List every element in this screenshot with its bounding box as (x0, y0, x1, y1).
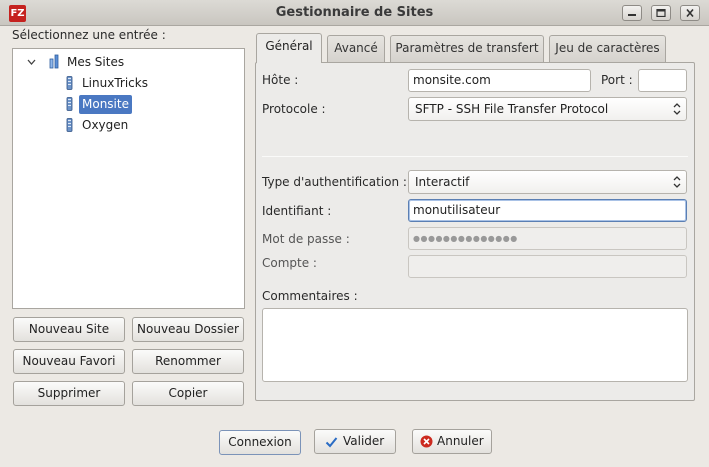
new-folder-button[interactable]: Nouveau Dossier (132, 317, 244, 342)
ok-button[interactable]: Valider (314, 429, 396, 454)
select-arrows-icon (673, 176, 681, 188)
auth-type-label: Type d'authentification : (262, 175, 407, 189)
account-input[interactable] (408, 255, 687, 278)
comments-textarea[interactable] (262, 308, 688, 382)
tab-advanced[interactable]: Avancé (327, 35, 385, 62)
title-bar[interactable]: FZ Gestionnaire de Sites (0, 0, 709, 26)
cancel-icon (420, 435, 433, 448)
new-bookmark-button[interactable]: Nouveau Favori (13, 349, 125, 374)
auth-type-select[interactable]: Interactif (408, 170, 687, 194)
comments-label: Commentaires : (262, 289, 358, 303)
tab-general[interactable]: Général (256, 33, 322, 63)
host-input[interactable]: monsite.com (408, 69, 591, 92)
folder-sites-icon (49, 54, 59, 69)
select-entry-text: Sélectionnez une entrée : (12, 28, 166, 42)
ok-label: Valider (343, 434, 385, 448)
tree-item-label: Oxygen (82, 118, 129, 132)
maximize-button[interactable] (651, 5, 671, 21)
user-input[interactable]: monutilisateur (408, 199, 687, 222)
port-input[interactable] (638, 69, 687, 92)
minimize-button[interactable] (622, 5, 642, 21)
close-icon (686, 9, 694, 17)
chevron-down-icon[interactable] (27, 58, 36, 67)
protocol-label: Protocole : (262, 102, 326, 116)
window-title: Gestionnaire de Sites (275, 5, 434, 20)
cancel-button[interactable]: Annuler (412, 429, 492, 454)
password-input[interactable]: ●●●●●●●●●●●●●● (408, 227, 687, 250)
port-label: Port : (601, 73, 633, 87)
site-tree[interactable]: Mes Sites LinuxTricks Monsite Oxygen (12, 48, 245, 309)
tree-item-label: LinuxTricks (82, 76, 148, 90)
account-label: Compte : (262, 256, 317, 270)
tab-charset[interactable]: Jeu de caractères (549, 35, 666, 62)
cancel-label: Annuler (437, 434, 484, 448)
maximize-icon (656, 9, 666, 17)
close-button[interactable] (680, 5, 700, 21)
server-icon (66, 97, 73, 111)
server-icon (66, 76, 73, 90)
copy-button[interactable]: Copier (132, 381, 244, 406)
password-label: Mot de passe : (262, 232, 350, 246)
auth-type-value: Interactif (415, 175, 470, 189)
user-label: Identifiant : (262, 204, 332, 218)
protocol-select[interactable]: SFTP - SSH File Transfer Protocol (408, 97, 687, 121)
minimize-icon (628, 14, 636, 16)
tree-root-label: Mes Sites (67, 55, 125, 69)
server-icon (66, 118, 73, 132)
select-entry-label: Sélectionnez une entrée : (12, 28, 166, 42)
connect-button[interactable]: Connexion (219, 430, 301, 455)
section-separator (262, 156, 688, 157)
check-icon (325, 437, 338, 448)
tab-transfer-settings[interactable]: Paramètres de transfert (390, 35, 544, 62)
select-arrows-icon (673, 103, 681, 115)
tree-item-label: Monsite (79, 95, 132, 114)
delete-button[interactable]: Supprimer (13, 381, 125, 406)
host-label: Hôte : (262, 73, 299, 87)
new-site-button[interactable]: Nouveau Site (13, 317, 125, 342)
protocol-value: SFTP - SSH File Transfer Protocol (415, 102, 609, 116)
rename-button[interactable]: Renommer (132, 349, 244, 374)
